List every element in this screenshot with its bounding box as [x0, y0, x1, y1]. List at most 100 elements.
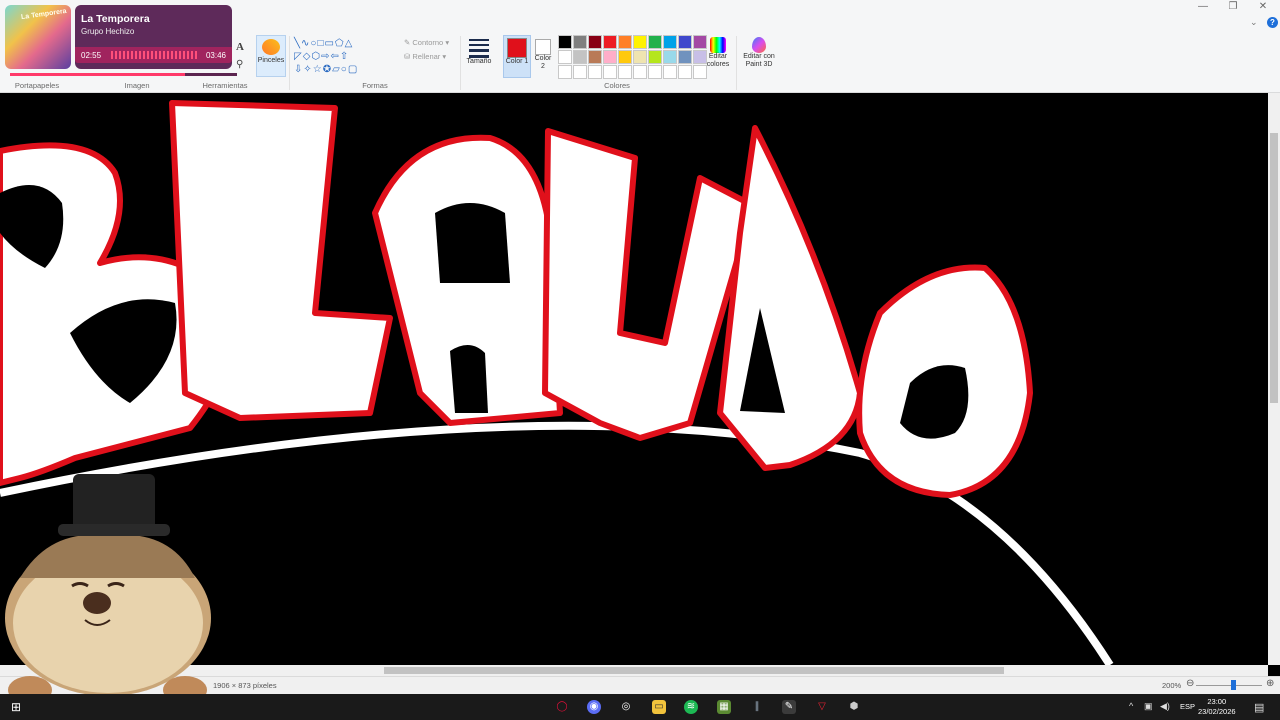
vertical-scroll-thumb[interactable] — [1270, 133, 1278, 403]
palette-swatch[interactable] — [573, 65, 587, 79]
palette-swatch[interactable] — [663, 50, 677, 64]
color-palette — [558, 35, 707, 79]
album-art: La Temporera — [5, 5, 71, 69]
close-button[interactable]: ✕ — [1248, 1, 1278, 13]
zoom-in-icon[interactable]: ⊕ — [1266, 678, 1274, 689]
color1-button[interactable]: Color 1 — [503, 35, 531, 78]
fill-label: Rellenar — [412, 52, 441, 61]
song-title: La Temporera — [81, 13, 150, 25]
palette-swatch[interactable] — [663, 35, 677, 49]
group-label-clipboard: Portapapeles — [14, 81, 60, 90]
color2-swatch — [535, 39, 551, 55]
divider — [736, 36, 737, 90]
fill-dropdown[interactable]: ⛁ Rellenar ▾ — [404, 52, 446, 61]
shapes-row-3: ⇩✧☆✪▱○▢ — [294, 64, 359, 75]
horizontal-scroll-thumb[interactable] — [384, 667, 1004, 674]
palette-swatch[interactable] — [678, 50, 692, 64]
language-indicator[interactable]: ESP — [1180, 702, 1195, 711]
palette-swatch[interactable] — [663, 65, 677, 79]
obs-icon[interactable]: ◎ — [619, 700, 633, 714]
shield-icon[interactable]: ⬢ — [847, 700, 861, 714]
divider — [460, 36, 461, 90]
chevron-up-icon[interactable]: ^ — [1129, 701, 1133, 711]
palette-swatch[interactable] — [588, 65, 602, 79]
text-tool-icon[interactable]: A — [236, 41, 244, 53]
zoom-slider[interactable] — [1196, 685, 1262, 686]
shapes-row-1: ╲∿○□▭⬠△ — [294, 38, 354, 49]
brush-icon — [262, 39, 280, 55]
song-progress-fill — [10, 73, 185, 76]
palette-swatch[interactable] — [573, 35, 587, 49]
color2-button[interactable]: Color 2 — [532, 35, 554, 76]
palette-swatch[interactable] — [633, 65, 647, 79]
song-artist: Grupo Hechizo — [81, 27, 135, 36]
spotify-icon[interactable]: ≋ — [684, 700, 698, 714]
notifications-icon[interactable]: ▤ — [1254, 701, 1264, 714]
palette-swatch[interactable] — [603, 35, 617, 49]
palette-swatch[interactable] — [633, 35, 647, 49]
chevron-down-icon[interactable]: ⌄ — [1250, 17, 1258, 28]
palette-swatch[interactable] — [573, 50, 587, 64]
zoom-out-icon[interactable]: ⊖ — [1186, 678, 1194, 689]
discord-icon[interactable]: ◉ — [587, 700, 601, 714]
paint-icon[interactable]: ✎ — [782, 700, 796, 714]
palette-swatch[interactable] — [678, 65, 692, 79]
palette-swatch[interactable] — [633, 50, 647, 64]
palette-swatch[interactable] — [558, 35, 572, 49]
palette-swatch[interactable] — [618, 65, 632, 79]
edit-colors-button[interactable]: Editar colores — [706, 37, 730, 69]
group-label-image: Imagen — [124, 81, 150, 90]
ribbon: — ❐ ✕ ⌄ ? A ⚲ Pinceles ╲∿○□▭⬠△ ◸◇⬡⇨⇦⇧ ⇩✧… — [0, 0, 1280, 93]
palette-swatch[interactable] — [588, 50, 602, 64]
opera-icon[interactable]: ◯ — [555, 700, 569, 714]
magnifier-icon[interactable]: ⚲ — [236, 59, 243, 70]
minimize-button[interactable]: — — [1188, 1, 1218, 13]
clock[interactable]: 23:00 23/02/2026 — [1198, 697, 1236, 717]
palette-swatch[interactable] — [648, 65, 662, 79]
zoom-level: 200% — [1162, 681, 1182, 690]
minecraft-icon[interactable]: ▦ — [717, 700, 731, 714]
palette-swatch[interactable] — [618, 50, 632, 64]
image-dimensions: 1906 × 873 píxeles — [213, 681, 277, 690]
palette-swatch[interactable] — [618, 35, 632, 49]
palette-swatch[interactable] — [693, 35, 707, 49]
song-progress-bar — [10, 73, 237, 76]
palette-swatch[interactable] — [648, 50, 662, 64]
color1-label: Color 1 — [505, 58, 529, 65]
palette-swatch[interactable] — [588, 35, 602, 49]
current-time: 02:55 — [81, 51, 102, 60]
shapes-row-2: ◸◇⬡⇨⇦⇧ — [294, 51, 350, 62]
outline-label: Contorno — [412, 38, 444, 47]
clock-date: 23/02/2026 — [1198, 707, 1236, 716]
help-icon[interactable]: ? — [1267, 17, 1278, 28]
file-explorer-icon[interactable]: ▭ — [652, 700, 666, 714]
app-icon[interactable]: ∥ — [750, 700, 764, 714]
maximize-button[interactable]: ❐ — [1218, 1, 1248, 13]
brushes-label: Pinceles — [257, 57, 285, 64]
group-label-colors: Colores — [604, 81, 630, 90]
size-button[interactable]: Tamaño — [466, 36, 492, 76]
palette-swatch[interactable] — [693, 65, 707, 79]
palette-swatch[interactable] — [648, 35, 662, 49]
windows-start-icon[interactable]: ⊞ — [9, 700, 23, 714]
network-icon[interactable]: ▣ — [1144, 701, 1153, 712]
zoom-slider-thumb[interactable] — [1231, 680, 1236, 690]
volume-icon[interactable]: ◀) — [1160, 701, 1170, 712]
divider — [289, 36, 290, 90]
clock-time: 23:00 — [1207, 697, 1227, 706]
outline-dropdown[interactable]: ✎ Contorno ▾ — [404, 38, 449, 47]
palette-swatch[interactable] — [693, 50, 707, 64]
palette-swatch[interactable] — [558, 50, 572, 64]
total-time: 03:46 — [205, 51, 226, 60]
app-v-icon[interactable]: ▽ — [815, 700, 829, 714]
palette-swatch[interactable] — [603, 50, 617, 64]
brushes-button[interactable]: Pinceles — [256, 35, 286, 77]
palette-swatch[interactable] — [603, 65, 617, 79]
shapes-gallery[interactable]: ╲∿○□▭⬠△ ◸◇⬡⇨⇦⇧ ⇩✧☆✪▱○▢ — [294, 37, 392, 77]
vertical-scrollbar[interactable] — [1268, 93, 1280, 665]
paint3d-icon — [752, 37, 766, 53]
palette-swatch[interactable] — [678, 35, 692, 49]
palette-swatch[interactable] — [558, 65, 572, 79]
paint3d-button[interactable]: Editar con Paint 3D — [741, 37, 777, 69]
album-art-text: La Temporera — [20, 7, 68, 22]
